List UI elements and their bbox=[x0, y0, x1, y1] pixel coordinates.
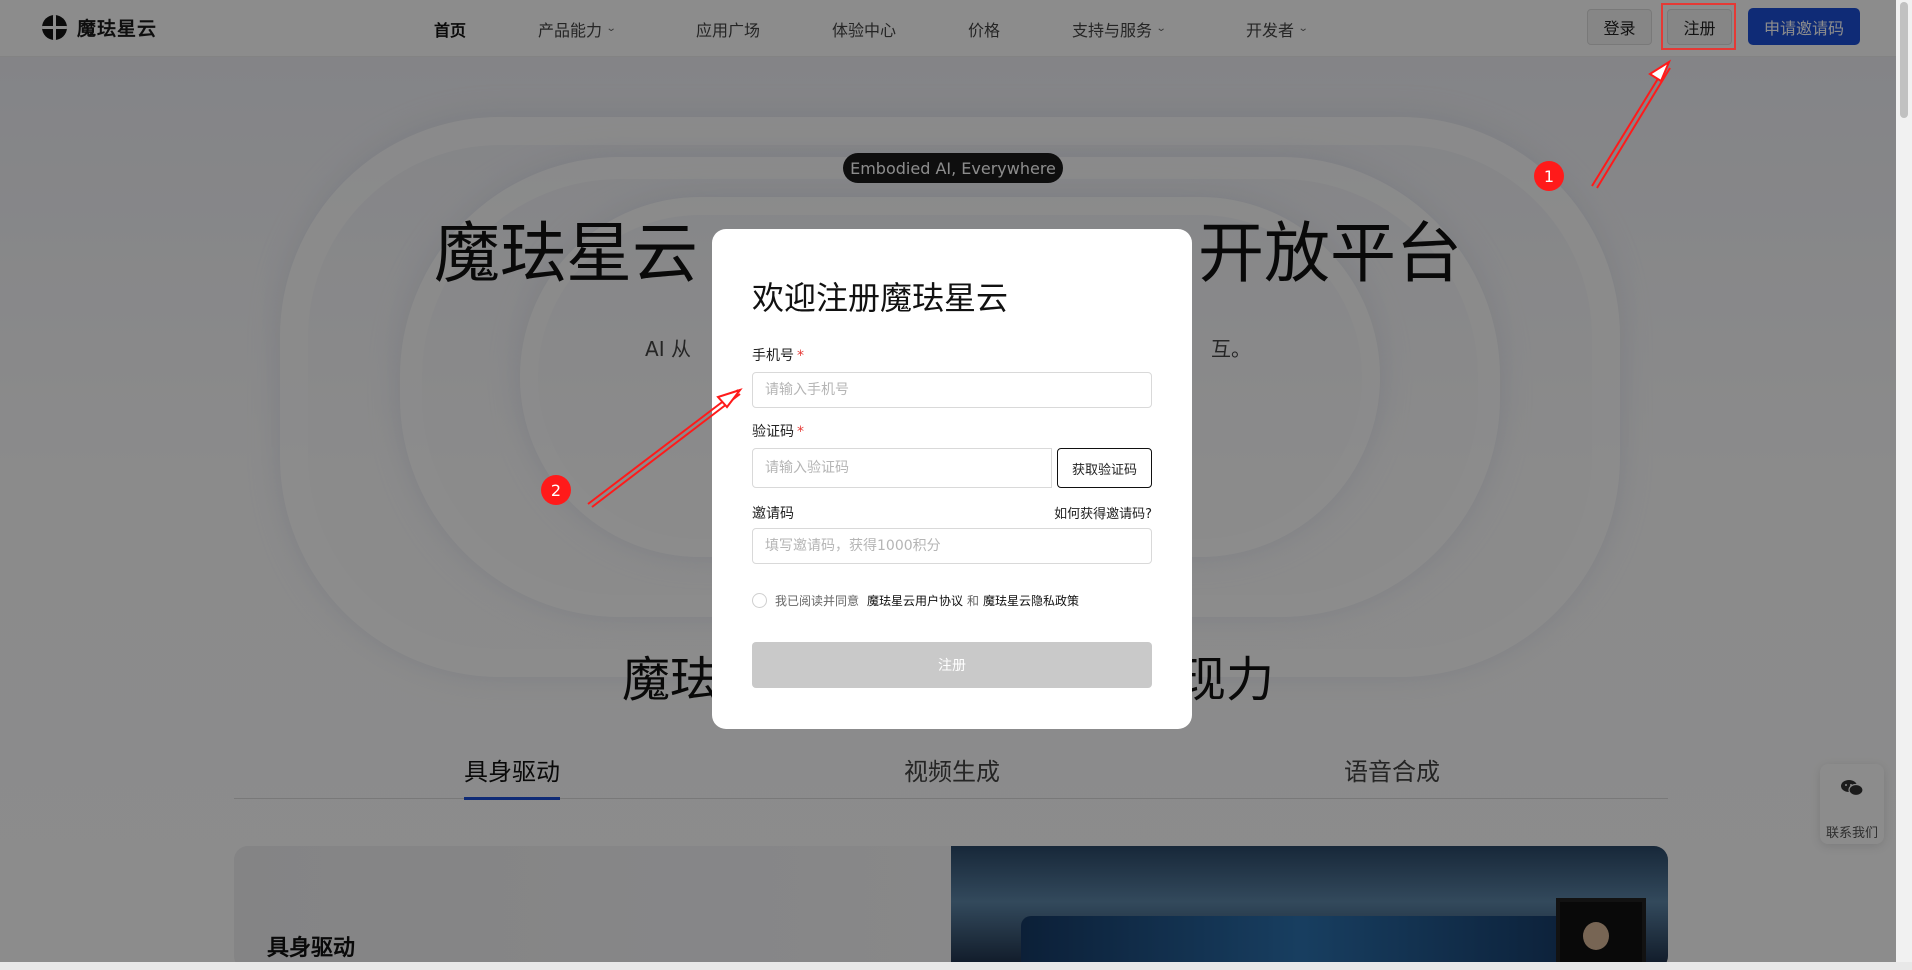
how-to-get-invite-code-link[interactable]: 如何获得邀请码? bbox=[1054, 503, 1152, 522]
privacy-policy-link[interactable]: 魔珐星云隐私政策 bbox=[983, 592, 1079, 609]
agreement-row: 我已阅读并同意 魔珐星云用户协议 和 魔珐星云隐私政策 bbox=[752, 592, 1079, 609]
annotation-badge-2: 2 bbox=[541, 475, 571, 505]
phone-input[interactable] bbox=[752, 372, 1152, 408]
code-label: 验证码 * bbox=[752, 421, 804, 441]
register-submit-button[interactable]: 注册 bbox=[752, 642, 1152, 688]
invite-code-label: 邀请码 bbox=[752, 506, 794, 522]
phone-label: 手机号 * bbox=[752, 345, 804, 365]
window-bottom-edge bbox=[0, 962, 1912, 970]
required-mark: * bbox=[797, 424, 804, 440]
code-label-text: 验证码 bbox=[752, 424, 794, 440]
invite-code-input[interactable] bbox=[752, 528, 1152, 564]
annotation-badge-1: 1 bbox=[1534, 161, 1564, 191]
scrollbar-thumb[interactable] bbox=[1900, 2, 1908, 118]
register-modal: 欢迎注册魔珐星云 手机号* 验证码* 获取验证码 邀请码 如何获得邀请码? 我已… bbox=[712, 229, 1192, 729]
get-verification-code-button[interactable]: 获取验证码 bbox=[1057, 448, 1152, 488]
agreement-and: 和 bbox=[967, 594, 980, 608]
agreement-checkbox[interactable] bbox=[752, 593, 767, 608]
page-scrollbar[interactable] bbox=[1896, 0, 1912, 962]
user-agreement-link[interactable]: 魔珐星云用户协议 bbox=[867, 592, 963, 609]
register-highlight-box bbox=[1661, 3, 1736, 50]
modal-title: 欢迎注册魔珐星云 bbox=[752, 279, 1009, 317]
required-mark: * bbox=[797, 348, 804, 364]
verification-code-input[interactable] bbox=[752, 448, 1052, 488]
phone-label-text: 手机号 bbox=[752, 348, 794, 364]
agreement-prefix: 我已阅读并同意 bbox=[775, 594, 860, 608]
